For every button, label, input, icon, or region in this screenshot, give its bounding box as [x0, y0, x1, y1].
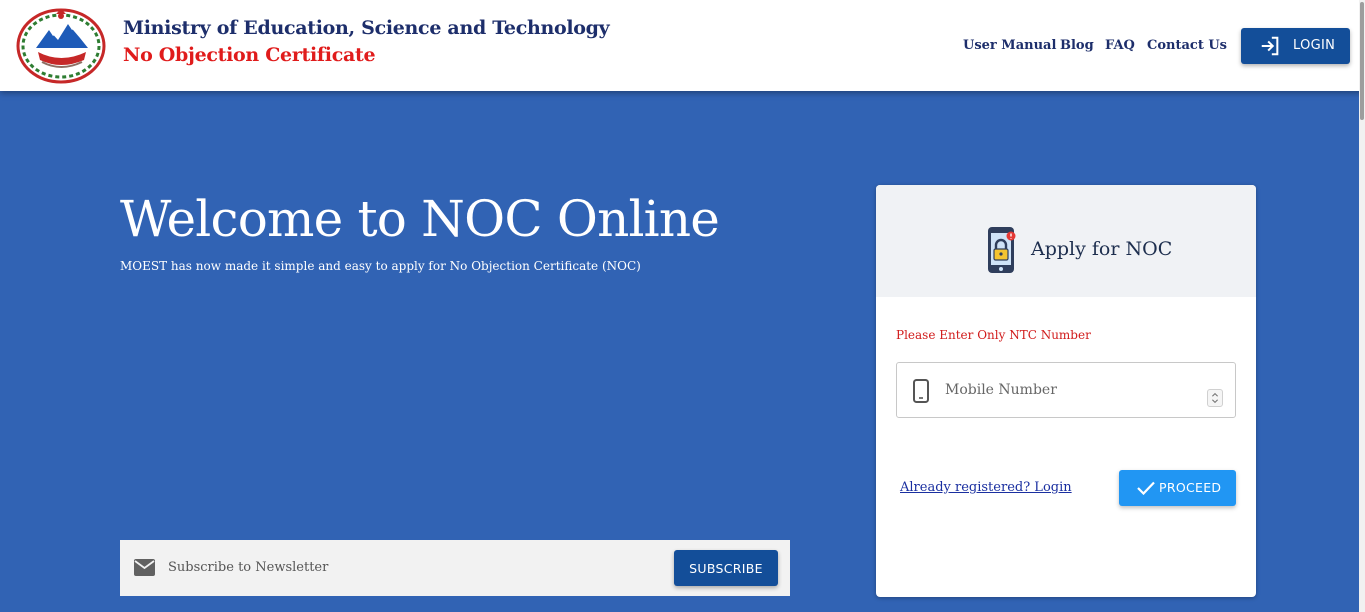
card-header: Apply for NOC [876, 185, 1256, 297]
site-header: Ministry of Education, Science and Techn… [0, 0, 1365, 91]
hero-description: MOEST has now made it simple and easy to… [120, 259, 641, 273]
proceed-button-label: PROCEED [1159, 480, 1222, 495]
ministry-title: Ministry of Education, Science and Techn… [123, 17, 610, 39]
ntc-number-hint: Please Enter Only NTC Number [896, 328, 1091, 342]
mobile-number-placeholder: Mobile Number [945, 382, 1057, 398]
login-button-label: LOGIN [1293, 38, 1336, 53]
newsletter-bar: Subscribe to Newsletter SUBSCRIBE [120, 540, 790, 596]
proceed-button[interactable]: PROCEED [1119, 470, 1236, 506]
phone-lock-icon [988, 227, 1016, 273]
check-icon [1137, 481, 1155, 495]
nav-blog[interactable]: Blog [1060, 38, 1094, 53]
scrollbar-thumb[interactable] [1360, 2, 1364, 120]
subscribe-button[interactable]: SUBSCRIBE [674, 550, 778, 586]
mobile-number-field[interactable]: Mobile Number [896, 362, 1236, 418]
smartphone-icon [913, 379, 929, 403]
mail-icon [134, 559, 155, 576]
apply-noc-card: Apply for NOC Please Enter Only NTC Numb… [876, 185, 1256, 597]
login-icon [1261, 36, 1279, 56]
login-button[interactable]: LOGIN [1241, 28, 1350, 64]
portal-subtitle: No Objection Certificate [123, 44, 376, 66]
card-title: Apply for NOC [1031, 238, 1173, 260]
hero-title: Welcome to NOC Online [120, 190, 720, 248]
nav-faq[interactable]: FAQ [1105, 38, 1135, 53]
already-registered-login-link[interactable]: Already registered? Login [900, 480, 1072, 495]
newsletter-input[interactable]: Subscribe to Newsletter [168, 560, 328, 575]
nav-user-manual[interactable]: User Manual [963, 38, 1056, 53]
page-scrollbar[interactable] [1359, 0, 1365, 612]
nav-contact-us[interactable]: Contact Us [1147, 38, 1227, 53]
government-emblem-logo [16, 8, 106, 84]
number-spinner-icon[interactable] [1207, 389, 1223, 407]
